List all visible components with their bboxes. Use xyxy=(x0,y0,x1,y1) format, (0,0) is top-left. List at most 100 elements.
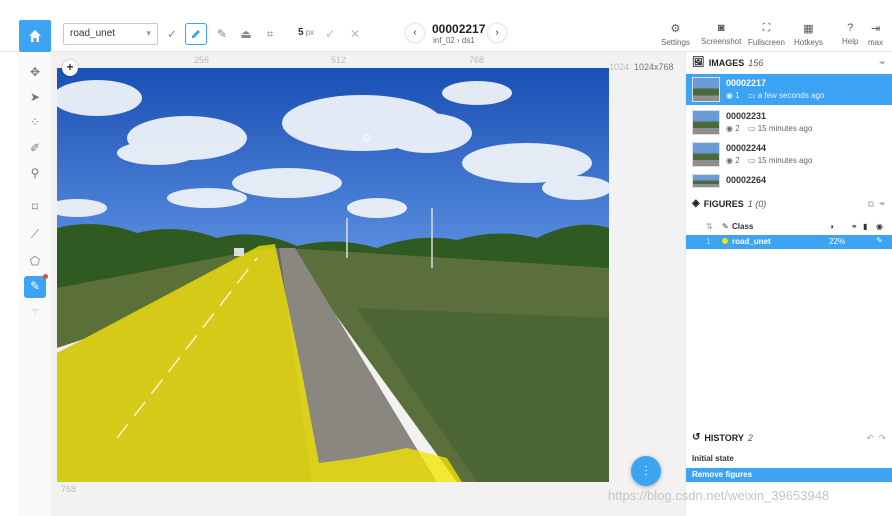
eye-icon: ◉ xyxy=(726,91,733,100)
edit-icon[interactable]: ✎ xyxy=(876,236,883,245)
image-subtitle: inf_02 › ds1 xyxy=(433,36,475,45)
eye-icon: ◉ xyxy=(726,156,733,165)
calendar-icon: ▭ xyxy=(747,124,756,133)
user-button[interactable]: ⇥ max xyxy=(868,22,883,47)
right-panel: 🖼 IMAGES 156 ⏷ 00002217 ◉ 1 ▭ a few seco… xyxy=(685,52,892,516)
images-section-header: 🖼 IMAGES 156 xyxy=(692,57,763,68)
dropper-icon: ✐ xyxy=(29,141,41,155)
history-item[interactable]: Initial state xyxy=(686,452,892,466)
image-name: 00002217 xyxy=(726,78,767,88)
keypoint-icon: ⚲ xyxy=(30,166,40,180)
figure-area: 22% xyxy=(829,237,846,246)
model-select-value: road_unet xyxy=(70,28,116,39)
help-label: Help xyxy=(842,37,859,46)
brush-tool-button[interactable] xyxy=(185,23,207,45)
settings-label: Settings xyxy=(661,38,690,47)
image-time: 15 minutes ago xyxy=(757,124,813,133)
trash-icon[interactable]: ▮ xyxy=(863,222,867,231)
prev-image-button[interactable]: ‹ xyxy=(406,24,424,42)
image-thumbnail xyxy=(692,142,720,167)
settings-fab-button[interactable]: ⫶ xyxy=(631,456,661,486)
keyboard-icon: ▦ xyxy=(803,23,814,35)
image-list-item[interactable]: 00002244 ◉ 2 ▭ 15 minutes ago xyxy=(686,139,892,170)
brush-size-input[interactable]: 5 px xyxy=(298,27,314,38)
image-name: 00002244 xyxy=(726,143,767,153)
figure-count: 1 xyxy=(735,91,740,100)
annotated-image[interactable] xyxy=(57,68,609,482)
class-column-header[interactable]: Class xyxy=(732,222,753,231)
check-icon[interactable]: ✓ xyxy=(164,26,180,42)
next-image-button[interactable]: › xyxy=(488,24,506,42)
history-count: 2 xyxy=(747,432,753,443)
confirm-icon[interactable]: ✓ xyxy=(322,26,338,42)
move-tool-button[interactable]: ✥ xyxy=(25,62,45,82)
help-button[interactable]: ? Help xyxy=(842,22,858,46)
image-size-label: 1024x768 xyxy=(634,62,674,72)
points-icon: ⁘ xyxy=(29,115,41,129)
magic-wand-icon: ⚚ xyxy=(29,306,41,320)
palette-icon[interactable]: ◑ xyxy=(829,222,834,231)
image-list-item[interactable]: 00002231 ◉ 2 ▭ 15 minutes ago xyxy=(686,107,892,138)
left-toolbar: ✥ ➤ ⁘ ✐ ⚲ ⌑ ⟋ ⬠ ✎ ⚚ xyxy=(19,52,51,516)
canvas-area[interactable]: 256 512 768 1024 1024x768 + 768 ⫶ xyxy=(51,52,685,516)
filter-icon[interactable]: ⏷ xyxy=(879,199,886,210)
settings-button[interactable]: ⚙ Settings xyxy=(661,22,690,47)
cursor-icon: ➤ xyxy=(29,90,41,104)
dropper-tool-button[interactable]: ✐ xyxy=(25,138,45,158)
filter-icon[interactable]: ⏷ xyxy=(879,58,886,69)
ruler-label: 256 xyxy=(194,55,210,65)
calendar-icon: ▭ xyxy=(747,156,756,165)
select-tool-button[interactable]: ➤ xyxy=(25,87,45,107)
image-thumbnail xyxy=(692,174,720,188)
image-meta: ◉ 1 ▭ a few seconds ago xyxy=(726,91,824,100)
smart-tool-button[interactable]: ⚚ xyxy=(25,303,45,323)
images-icon: 🖼 xyxy=(692,57,705,68)
polygon-tool-button[interactable]: ⬠ xyxy=(25,251,45,271)
home-button[interactable] xyxy=(19,20,51,52)
link-icon[interactable]: ⚭ xyxy=(851,222,858,231)
fill-icon[interactable]: ⏏ xyxy=(238,26,254,42)
undo-icon[interactable]: ↶ xyxy=(866,433,874,444)
figure-id: 1 xyxy=(706,237,711,246)
keypoint-tool-button[interactable]: ⚲ xyxy=(25,163,45,183)
points-tool-button[interactable]: ⁘ xyxy=(25,112,45,132)
image-name: 00002231 xyxy=(726,111,767,121)
user-label: max xyxy=(868,38,884,47)
image-list-item[interactable]: 00002264 xyxy=(686,171,892,191)
zoom-in-button[interactable]: + xyxy=(62,60,78,76)
image-name: 00002264 xyxy=(726,175,767,185)
image-meta: ◉ 2 ▭ 15 minutes ago xyxy=(726,156,812,165)
fullscreen-label: Fullscreen xyxy=(748,38,785,47)
history-icon: ↺ xyxy=(692,432,701,443)
sliders-icon: ⫶ xyxy=(644,463,648,479)
figure-row[interactable]: 1 road_unet 22% ✎ xyxy=(686,235,892,249)
fullscreen-button[interactable]: ⛶ Fullscreen xyxy=(748,22,785,47)
hotkeys-label: Hotkeys xyxy=(794,38,823,47)
figure-count: 2 xyxy=(735,124,740,133)
redo-icon[interactable]: ↷ xyxy=(878,433,886,444)
polygon-icon: ⬠ xyxy=(29,254,41,268)
polyline-icon: ⟋ xyxy=(30,227,40,241)
sort-icon[interactable]: ⇅ xyxy=(706,222,713,231)
polyline-tool-button[interactable]: ⟋ xyxy=(25,224,45,244)
crop-icon[interactable]: ⌗ xyxy=(262,26,278,42)
figure-color-dot xyxy=(722,238,728,244)
image-time: 15 minutes ago xyxy=(757,156,813,165)
image-list-item[interactable]: 00002217 ◉ 1 ▭ a few seconds ago xyxy=(686,74,892,105)
figures-count: 1 (0) xyxy=(747,198,767,209)
eye-icon[interactable]: ◉ xyxy=(876,222,883,231)
history-item[interactable]: Remove figures xyxy=(686,468,892,482)
rectangle-tool-button[interactable]: ⌑ xyxy=(25,197,45,217)
figures-title: FIGURES xyxy=(703,198,744,209)
brush-tool-side-button[interactable]: ✎ xyxy=(24,274,48,298)
chevron-left-icon: ‹ xyxy=(413,27,417,38)
eraser-icon[interactable]: ✎ xyxy=(214,26,230,42)
copy-icon[interactable]: ⧉ xyxy=(868,199,874,210)
home-icon xyxy=(29,30,41,42)
hotkeys-button[interactable]: ▦ Hotkeys xyxy=(794,22,823,47)
history-section-header: ↺ HISTORY 2 xyxy=(692,432,753,443)
model-select[interactable]: road_unet ▾ xyxy=(63,23,158,45)
chevron-down-icon: ▾ xyxy=(146,28,151,38)
screenshot-button[interactable]: ◙ Screenshot xyxy=(701,22,741,46)
close-icon[interactable]: ✕ xyxy=(347,26,363,42)
